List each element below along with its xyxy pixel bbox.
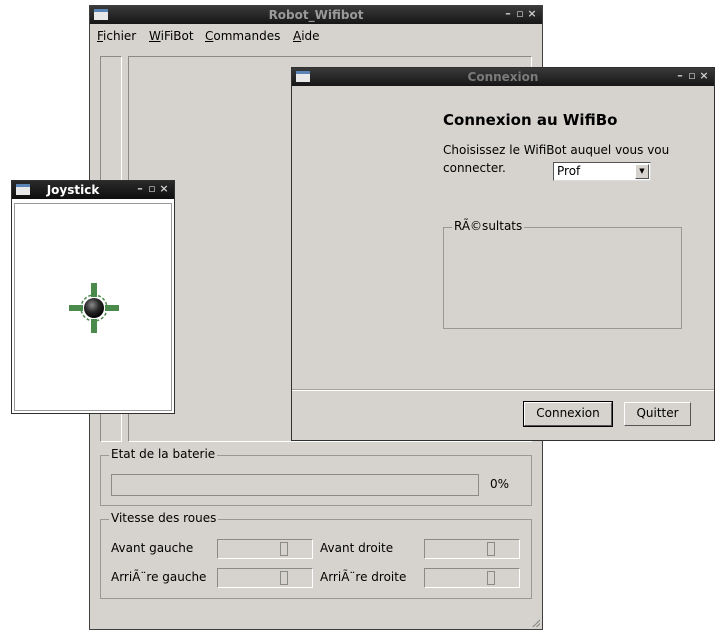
main-titlebar[interactable]: Robot_Wifibot – ▫ ×	[90, 6, 542, 24]
joystick-window-title: Joystick	[46, 183, 100, 197]
minimize-icon[interactable]: –	[134, 182, 146, 195]
menu-wifibot[interactable]: WiFiBot	[149, 29, 194, 43]
joystick-graphic	[69, 283, 119, 333]
connexion-dialog: Connexion – ▫ × Connexion au WifiBo Choisi…	[291, 67, 715, 441]
quit-button[interactable]: Quitter	[624, 402, 691, 426]
robot-select-value: Prof	[557, 164, 581, 178]
rear-left-slider[interactable]	[217, 568, 313, 588]
slider-handle[interactable]	[280, 571, 288, 585]
menu-commandes[interactable]: Commandes	[205, 29, 280, 43]
wheels-label: Vitesse des roues	[109, 511, 219, 525]
dialog-separator	[292, 389, 714, 391]
rear-right-label: ArriÃ¨re droite	[320, 570, 407, 584]
front-left-label: Avant gauche	[111, 541, 194, 555]
menu-bar: Fichier WiFiBot Commandes Aide	[90, 24, 542, 48]
battery-groupbox: Etat de la baterie 0%	[100, 447, 532, 506]
joystick-knob	[84, 298, 104, 318]
slider-handle[interactable]	[280, 542, 288, 556]
close-icon[interactable]: ×	[698, 69, 710, 82]
chevron-down-icon[interactable]: ▼	[635, 164, 649, 179]
close-icon[interactable]: ×	[526, 7, 538, 20]
rear-right-slider[interactable]	[424, 568, 520, 588]
results-groupbox: RÃ©sultats	[443, 219, 682, 329]
joystick-window: Joystick – ▫ ×	[11, 180, 175, 414]
slider-handle[interactable]	[487, 542, 495, 556]
joystick-titlebar[interactable]: Joystick – ▫ ×	[12, 181, 174, 199]
battery-label: Etat de la baterie	[109, 447, 218, 461]
minimize-icon[interactable]: –	[674, 69, 686, 82]
maximize-icon[interactable]: ▫	[146, 182, 158, 195]
dialog-prompt-line2: connecter.	[443, 161, 506, 175]
robot-select[interactable]: Prof ▼	[553, 162, 651, 181]
front-right-slider[interactable]	[424, 539, 520, 559]
maximize-icon[interactable]: ▫	[686, 69, 698, 82]
dialog-heading: Connexion au WifiBo	[443, 111, 618, 129]
rear-left-label: ArriÃ¨re gauche	[111, 570, 207, 584]
close-icon[interactable]: ×	[158, 182, 170, 195]
main-window-title: Robot_Wifibot	[268, 8, 364, 22]
menu-fichier[interactable]: Fichier	[97, 29, 136, 43]
front-right-label: Avant droite	[320, 541, 394, 555]
results-label: RÃ©sultats	[452, 219, 525, 233]
maximize-icon[interactable]: ▫	[514, 7, 526, 20]
dialog-title: Connexion	[467, 70, 539, 84]
dialog-prompt-line1: Choisissez le WifiBot auquel vous vou	[443, 143, 670, 157]
battery-percent: 0%	[490, 477, 510, 491]
connect-button[interactable]: Connexion	[523, 401, 613, 427]
front-left-slider[interactable]	[217, 539, 313, 559]
joystick-area[interactable]	[14, 203, 172, 411]
menu-aide[interactable]: Aide	[293, 29, 320, 43]
resize-grip[interactable]	[530, 617, 540, 627]
minimize-icon[interactable]: –	[502, 7, 514, 20]
wheels-groupbox: Vitesse des roues Avant gauche Avant dro…	[100, 511, 532, 599]
dialog-titlebar[interactable]: Connexion – ▫ ×	[292, 68, 714, 86]
battery-progress	[111, 474, 479, 496]
slider-handle[interactable]	[487, 571, 495, 585]
